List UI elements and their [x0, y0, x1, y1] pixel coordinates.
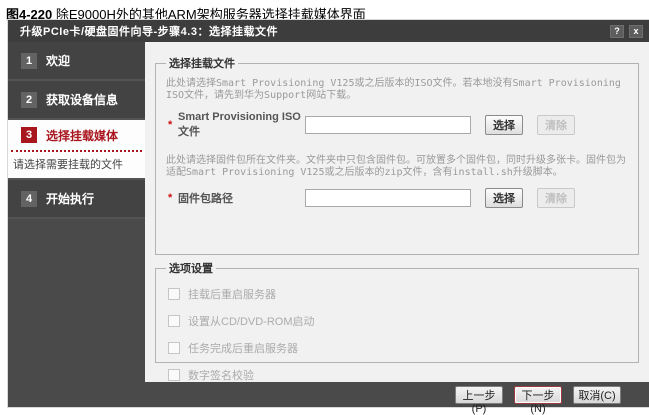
option-settings-group: 选项设置 挂载后重启服务器 设置从CD/DVD-ROM启动 任务完成后重启服务器…	[155, 260, 639, 363]
step-item-select-media-active[interactable]: 3 选择挂载媒体 请选择需要挂载的文件	[8, 120, 145, 180]
firmware-hint-text: 此处请选择固件包所在文件夹。文件夹中只包含固件包。可放置多个固件包，同时升级多张…	[166, 155, 628, 179]
iso-hint-text: 此处请选择Smart Provisioning V125或之后版本的ISO文件。…	[166, 78, 628, 102]
iso-file-input[interactable]	[305, 116, 471, 134]
option-row-signature-check: 数字签名校验	[168, 368, 628, 381]
cancel-button[interactable]: 取消(C)	[573, 386, 621, 404]
boot-from-cd-checkbox[interactable]	[168, 315, 180, 327]
dialog-body: 1 欢迎 2 获取设备信息 3 选择挂载媒体 请选择需要挂载的文件 4 开始执行	[8, 42, 649, 382]
step-number: 2	[21, 92, 37, 108]
close-icon[interactable]: x	[629, 25, 643, 38]
option-row-boot-from-cd: 设置从CD/DVD-ROM启动	[168, 314, 628, 327]
select-mount-files-group: 选择挂载文件 此处请选择Smart Provisioning V125或之后版本…	[155, 55, 639, 255]
restart-after-task-checkbox[interactable]	[168, 342, 180, 354]
dialog-titlebar: 升级PCIe卡/硬盘固件向导-步骤4.3：选择挂载文件 ? x	[8, 20, 649, 42]
step-number: 3	[21, 127, 37, 143]
dialog-footer: 上一步(P) 下一步(N) 取消(C)	[8, 382, 649, 407]
iso-clear-button[interactable]: 清除	[537, 115, 575, 135]
firmware-path-label: 固件包路径	[178, 190, 305, 206]
required-mark: *	[166, 119, 178, 131]
active-step-subtitle: 请选择需要挂载的文件	[8, 152, 145, 178]
iso-field-label: Smart Provisioning ISO文件	[178, 111, 305, 139]
step-item-device-info[interactable]: 2 获取设备信息	[8, 81, 145, 120]
upgrade-wizard-dialog: 升级PCIe卡/硬盘固件向导-步骤4.3：选择挂载文件 ? x 1 欢迎 2 获…	[8, 20, 649, 407]
dialog-title: 升级PCIe卡/硬盘固件向导-步骤4.3：选择挂载文件	[20, 23, 605, 39]
step-number: 1	[21, 53, 37, 69]
firmware-path-input[interactable]	[305, 189, 471, 207]
firmware-clear-button[interactable]: 清除	[537, 188, 575, 208]
option-settings-legend: 选项设置	[166, 260, 216, 276]
option-row-restart-after-task: 任务完成后重启服务器	[168, 341, 628, 354]
help-icon[interactable]: ?	[610, 25, 624, 38]
main-content: 选择挂载文件 此处请选择Smart Provisioning V125或之后版本…	[145, 42, 649, 382]
firmware-field-row: * 固件包路径 选择 清除	[166, 188, 628, 208]
signature-check-checkbox[interactable]	[168, 369, 180, 381]
required-mark: *	[166, 192, 178, 204]
previous-step-button[interactable]: 上一步(P)	[455, 386, 503, 404]
step-number: 4	[21, 191, 37, 207]
firmware-select-button[interactable]: 选择	[485, 188, 523, 208]
restart-after-mount-checkbox[interactable]	[168, 288, 180, 300]
select-mount-files-legend: 选择挂载文件	[166, 55, 238, 71]
iso-select-button[interactable]: 选择	[485, 115, 523, 135]
iso-field-row: * Smart Provisioning ISO文件 选择 清除	[166, 111, 628, 139]
step-item-execute[interactable]: 4 开始执行	[8, 180, 145, 219]
wizard-steps-sidebar: 1 欢迎 2 获取设备信息 3 选择挂载媒体 请选择需要挂载的文件 4 开始执行	[8, 42, 145, 382]
option-row-restart-after-mount: 挂载后重启服务器	[168, 287, 628, 300]
step-item-welcome[interactable]: 1 欢迎	[8, 42, 145, 81]
next-step-button[interactable]: 下一步(N)	[514, 386, 562, 404]
